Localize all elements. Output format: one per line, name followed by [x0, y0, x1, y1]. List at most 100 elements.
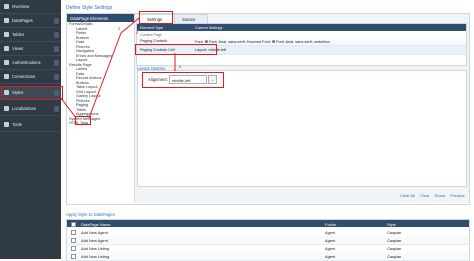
tree-node[interactable]: Buttons	[76, 81, 89, 85]
tree-node[interactable]: Data	[76, 72, 84, 76]
grid-cell: Font: ✖ Font: Arial, sans-serif; Hovered…	[195, 40, 331, 44]
grid-cell: Layout: middle-left	[195, 48, 227, 52]
sidebar-item-tables[interactable]: Tables	[0, 28, 61, 42]
sidebar-item-label: Styles	[12, 90, 24, 95]
sidebar-item-label: Authentications	[12, 60, 41, 65]
sidebar-item-tools[interactable]: Tools	[0, 118, 61, 132]
tree-node[interactable]: Record Actions	[76, 76, 102, 80]
authentications-icon	[4, 60, 9, 65]
alignment-value: middle-left	[172, 77, 191, 83]
datapages-icon	[4, 18, 9, 23]
footer-links: Clear All Clear Reset Preview	[396, 193, 465, 198]
datapage-style: Caspian	[387, 246, 402, 251]
tab-settings-label: Settings	[147, 17, 163, 22]
tree-node[interactable]: Errors and Messages	[76, 54, 112, 58]
tree-node[interactable]: Aggregations	[76, 112, 98, 116]
table-header: DataPage Name Folder Style	[67, 220, 469, 227]
localizations-icon	[4, 106, 9, 111]
sidebar-item-authentications[interactable]: Authentications	[0, 56, 61, 70]
clear-all-link[interactable]: Clear All	[400, 193, 415, 198]
tree-node-forms-details[interactable]: Forms/Details	[69, 22, 92, 26]
preview-link[interactable]: Preview	[450, 193, 464, 198]
layout-options-box	[137, 70, 467, 187]
step-number: 2	[118, 26, 121, 31]
tab-source[interactable]: Source	[174, 14, 208, 23]
datapage-name: Add New Listing	[81, 254, 110, 259]
sidebar-item-styles[interactable]: Styles	[0, 86, 61, 100]
tree-node[interactable]: Navigation	[76, 49, 94, 53]
datapage-style: Caspian	[387, 238, 402, 243]
table-row[interactable]: Add New Listing Agent Caspian	[67, 252, 469, 261]
step-number: 4	[179, 64, 182, 69]
sidebar-item-localizations[interactable]: Localizations	[0, 102, 61, 116]
clear-link[interactable]: Clear	[420, 193, 430, 198]
elements-tree: Forms/Details Labels Fields Buttons Data…	[67, 22, 134, 202]
datapage-style: Caspian	[387, 254, 402, 259]
tree-node[interactable]: Totals	[76, 108, 86, 112]
sidebar-item-overview[interactable]: Overview	[0, 0, 61, 14]
element-settings-grid: Element Type Current Settings Content Pa…	[136, 23, 467, 66]
row-checkbox[interactable]	[71, 246, 76, 251]
tables-icon	[4, 32, 9, 37]
tree-node[interactable]: Pictures	[76, 45, 90, 49]
row-checkbox[interactable]	[71, 238, 76, 243]
tools-icon	[4, 122, 9, 127]
tree-node[interactable]: Buttons	[76, 36, 89, 40]
sidebar-item-connections[interactable]: Connections	[0, 70, 61, 84]
sidebar-item-views[interactable]: Views	[0, 42, 61, 56]
column-header-name: DataPage Name	[81, 221, 111, 227]
grid-cell: Paging Controls Cell	[140, 48, 175, 52]
datapages-table: DataPage Name Folder Style Add New Agent…	[66, 219, 470, 261]
reset-link[interactable]: Reset	[435, 193, 445, 198]
expand-badge[interactable]	[54, 105, 59, 112]
datapage-folder: Agent	[325, 254, 336, 259]
alignment-field[interactable]: middle-left	[169, 75, 207, 84]
overview-icon	[4, 4, 9, 9]
page-title: Define Style Settings	[66, 5, 113, 11]
tree-node-results-page[interactable]: Results Page	[69, 63, 92, 67]
tree-node[interactable]: Data	[76, 40, 84, 44]
expand-badge[interactable]	[54, 31, 59, 38]
grid-cell: Paging Controls	[140, 39, 168, 43]
sidebar-item-label: Connections	[12, 74, 36, 79]
expand-badge[interactable]	[54, 89, 59, 96]
tree-node[interactable]: Gallery Layout	[76, 94, 100, 98]
sidebar-item-label: Tables	[12, 32, 25, 37]
expand-badge[interactable]	[54, 73, 59, 80]
tree-node[interactable]: Fields	[76, 31, 86, 35]
tree-node[interactable]: Labels	[76, 27, 87, 31]
grid-cell: Content Page	[140, 32, 162, 37]
grid-header: Element Type Current Settings	[137, 24, 466, 31]
sidebar-item-label: Tools	[12, 122, 22, 127]
select-all-checkbox[interactable]	[71, 221, 76, 227]
tree-node-paging[interactable]: Paging	[76, 103, 88, 107]
expand-badge[interactable]	[54, 59, 59, 66]
column-header-element-type: Element Type	[140, 25, 164, 30]
column-header-folder: Folder	[325, 221, 337, 227]
sidebar: Overview DataPages Tables Views Authenti…	[0, 0, 61, 259]
row-checkbox[interactable]	[71, 230, 76, 235]
tab-settings[interactable]: Settings	[139, 14, 176, 23]
sidebar-item-label: Overview	[12, 4, 30, 9]
sidebar-item-datapages[interactable]: DataPages	[0, 14, 61, 28]
tree-node-system-messages[interactable]: System Messages	[69, 117, 100, 121]
datapage-style: Caspian	[387, 230, 402, 235]
tree-node[interactable]: Table Layout	[76, 85, 98, 89]
sidebar-item-label: Localizations	[12, 106, 37, 111]
tree-node[interactable]: Pictures	[76, 99, 90, 103]
datapage-name: Add New Listing	[81, 246, 110, 251]
tree-node-html-tags[interactable]: HTML Tags	[69, 121, 88, 125]
column-header-style: Style	[387, 221, 396, 227]
sidebar-item-label: Views	[12, 46, 24, 51]
table-row-selected[interactable]: Paging Controls Cell Layout: middle-left	[137, 46, 466, 55]
tree-node[interactable]: Grid Layout	[76, 90, 96, 94]
table-row[interactable]: Paging Controls Font: ✖ Font: Arial, san…	[137, 37, 466, 46]
datapage-name: Add New Agent	[81, 230, 108, 235]
tree-node[interactable]: Layout	[76, 58, 87, 62]
row-checkbox[interactable]	[71, 254, 76, 259]
expand-badge[interactable]	[54, 17, 59, 24]
tree-node[interactable]: Labels	[76, 67, 87, 71]
datapage-folder: Agent	[325, 238, 336, 243]
alignment-picker-button[interactable]: ...	[208, 75, 217, 84]
expand-badge[interactable]	[54, 45, 59, 52]
